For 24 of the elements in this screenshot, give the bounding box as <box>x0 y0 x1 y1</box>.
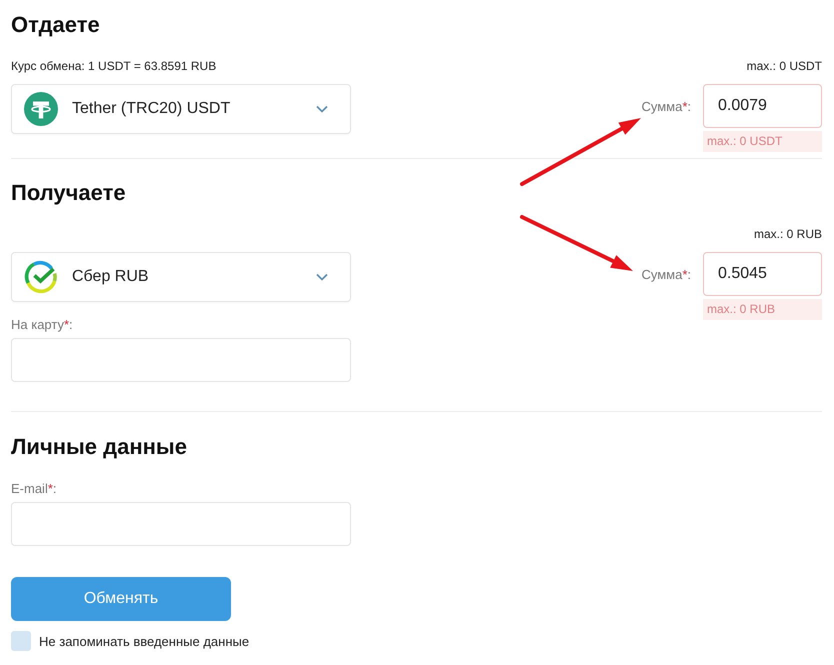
email-field[interactable] <box>11 502 351 546</box>
amount-field[interactable]: 0.5045 <box>703 252 822 296</box>
max-limit: max.: 0 RUB <box>754 226 822 242</box>
amount-field[interactable]: 0.0079 <box>703 84 822 128</box>
chevron-down-icon <box>316 105 328 113</box>
currency-select[interactable]: Сбер RUB <box>11 252 351 302</box>
error-message: max.: 0 USDT <box>703 131 822 152</box>
exchange-rate: Курс обмена: 1 USDT = 63.8591 RUB <box>11 58 216 74</box>
max-limit: max.: 0 USDT <box>746 58 822 74</box>
amount-label: Сумма*: <box>641 99 691 115</box>
currency-select[interactable]: Tether (TRC20) USDT <box>11 84 351 134</box>
checkbox-label[interactable]: Не запоминать введенные данные <box>39 634 250 648</box>
card-number-field[interactable] <box>11 338 351 382</box>
error-message: max.: 0 RUB <box>703 299 822 320</box>
remember-checkbox[interactable] <box>11 631 31 651</box>
section-title: Личные данные <box>11 434 187 460</box>
tether-logo-icon <box>24 92 58 126</box>
chevron-down-icon <box>316 273 328 281</box>
email-label: E-mail*: <box>11 481 57 497</box>
sber-logo-icon <box>24 260 58 294</box>
amount-label: Сумма*: <box>641 267 691 283</box>
section-title: Отдаете <box>11 12 100 38</box>
card-label: На карту*: <box>11 317 73 333</box>
section-title: Получаете <box>11 180 126 206</box>
